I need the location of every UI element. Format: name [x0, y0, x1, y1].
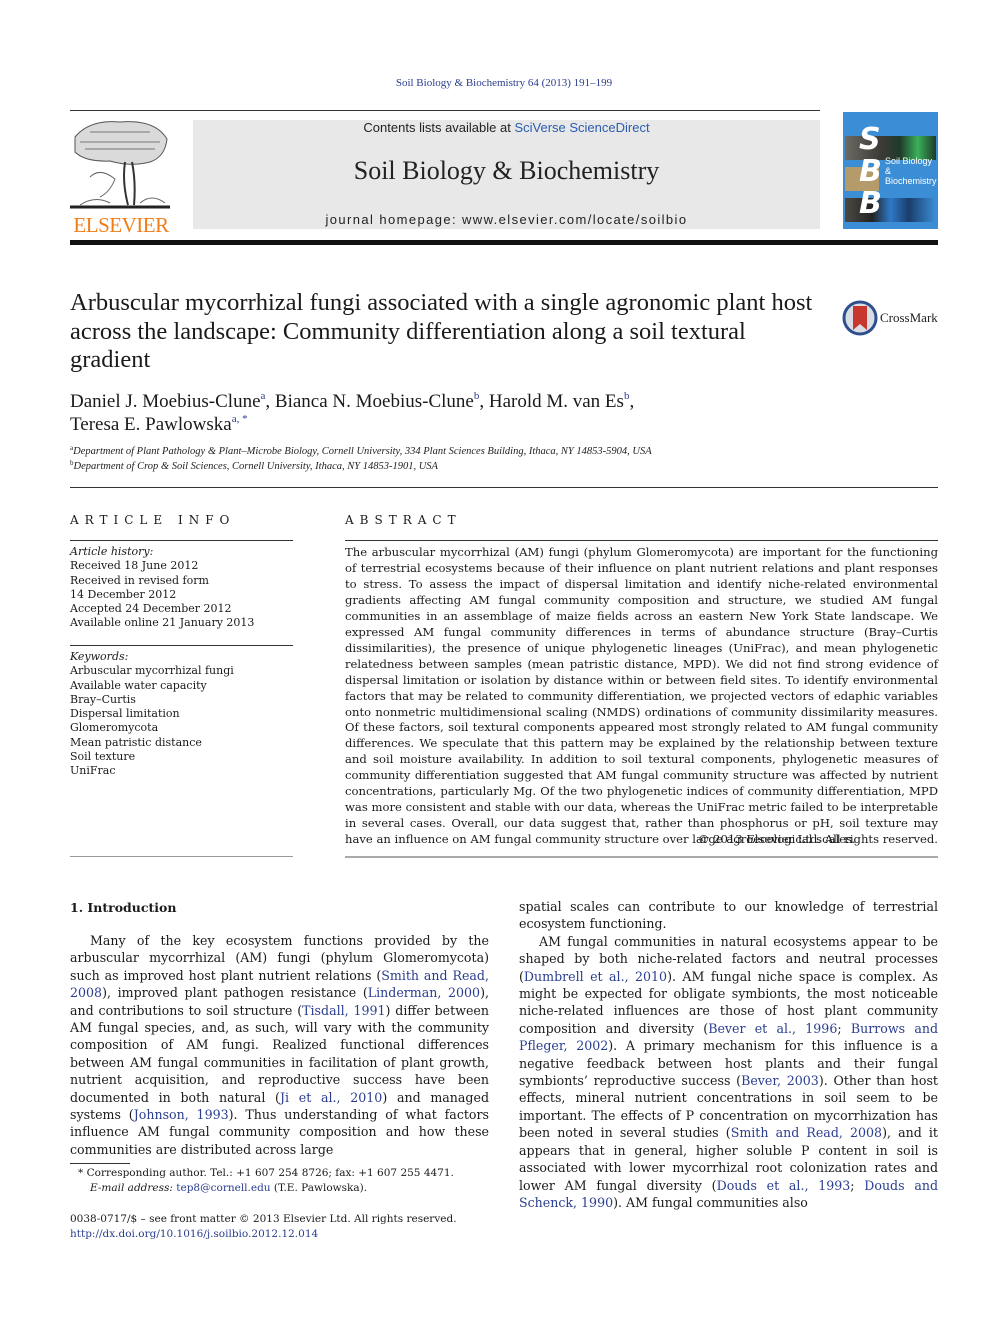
keyword: Glomeromycota — [70, 721, 159, 735]
footnote-divider — [70, 1163, 130, 1164]
introduction-heading: 1. Introduction — [70, 900, 177, 915]
front-matter-text: 0038-0717/$ – see front matter © 2013 El… — [70, 1213, 457, 1225]
history-item: Available online 21 January 2013 — [70, 616, 255, 630]
intro-paragraph: spatial scales can contribute to our kno… — [519, 899, 938, 932]
journal-homepage[interactable]: journal homepage: www.elsevier.com/locat… — [193, 212, 820, 227]
divider — [70, 540, 293, 541]
divider — [70, 645, 293, 646]
section-divider — [70, 487, 938, 488]
abstract-copyright: © 2013 Elsevier Ltd. All rights reserved… — [697, 832, 938, 846]
article-history: Article history: Received 18 June 2012 R… — [70, 545, 295, 631]
keyword: Mean patristic distance — [70, 735, 202, 749]
footnotes: * Corresponding author. Tel.: +1 607 254… — [70, 1166, 500, 1195]
contents-prefix: Contents lists available at — [363, 120, 515, 135]
citation-link[interactable]: Linderman, 2000 — [368, 985, 480, 1000]
cover-letter: S — [859, 122, 881, 157]
paragraph-text: ; — [850, 1177, 865, 1193]
intro-left-column: Many of the key ecosystem functions prov… — [70, 932, 489, 1158]
intro-right-column: spatial scales can contribute to our kno… — [519, 898, 938, 1211]
keywords: Keywords: Arbuscular mycorrhizal fungi A… — [70, 650, 295, 779]
journal-citation[interactable]: Soil Biology & Biochemistry 64 (2013) 19… — [0, 77, 992, 89]
author-name: Harold M. van Es — [488, 391, 624, 412]
header-thick-divider — [70, 240, 938, 245]
intro-paragraph: AM fungal communities in natural ecosyst… — [519, 933, 938, 1212]
citation-link[interactable]: Smith and Read, 2008 — [731, 1125, 882, 1140]
elsevier-logo[interactable]: ELSEVIER — [70, 117, 170, 237]
affiliation: aDepartment of Plant Pathology & Plant–M… — [70, 445, 870, 460]
crossmark-label: CrossMark — [880, 310, 938, 325]
sciencedirect-link[interactable]: SciVerse ScienceDirect — [514, 120, 649, 135]
author[interactable]: Harold M. van Esb — [488, 391, 630, 413]
doi-link[interactable]: http://dx.doi.org/10.1016/j.soilbio.2012… — [70, 1227, 500, 1242]
author-name: Daniel J. Moebius-Clune — [70, 391, 261, 412]
author-separator: , — [629, 391, 635, 412]
keyword: Bray–Curtis — [70, 692, 136, 706]
email-link[interactable]: tep8@cornell.edu — [176, 1182, 270, 1194]
affiliation: bDepartment of Crop & Soil Sciences, Cor… — [70, 459, 870, 475]
citation-link[interactable]: Johnson, 1993 — [134, 1107, 229, 1122]
author-name: Teresa E. Pawlowska — [70, 414, 232, 435]
history-item: 14 December 2012 — [70, 587, 177, 601]
citation-link[interactable]: Bever, 2003 — [741, 1073, 819, 1088]
abstract-heading: ABSTRACT — [345, 513, 462, 527]
header-divider — [70, 110, 820, 111]
cover-letter: B — [859, 186, 882, 221]
affiliations: aDepartment of Plant Pathology & Plant–M… — [70, 445, 870, 474]
journal-masthead: Contents lists available at SciVerse Sci… — [193, 120, 820, 229]
affiliation-marker[interactable]: a, * — [232, 413, 248, 425]
citation-link[interactable]: Douds et al., 1993 — [717, 1178, 851, 1193]
cover-title-line: Soil Biology & — [885, 156, 933, 176]
author-separator: , — [265, 391, 275, 412]
history-item: Accepted 24 December 2012 — [70, 602, 232, 616]
keyword: Soil texture — [70, 750, 136, 764]
keyword: Arbuscular mycorrhizal fungi — [70, 664, 234, 678]
intro-paragraph: Many of the key ecosystem functions prov… — [70, 932, 489, 1158]
keyword: UniFrac — [70, 764, 116, 778]
paragraph-text: ; — [837, 1020, 851, 1036]
author-name: Bianca N. Moebius-Clune — [274, 391, 474, 412]
cover-title-line: Biochemistry — [885, 176, 937, 186]
history-item: Received 18 June 2012 — [70, 559, 199, 573]
citation-link[interactable]: Tisdall, 1991 — [302, 1003, 385, 1018]
cover-title: Soil Biology & Biochemistry — [885, 156, 938, 186]
elsevier-wordmark: ELSEVIER — [73, 213, 169, 237]
history-label: Article history: — [70, 545, 154, 558]
article-title: Arbuscular mycorrhizal fungi associated … — [70, 289, 813, 373]
affiliation-text: Department of Crop & Soil Sciences, Corn… — [73, 460, 438, 472]
author-separator: , — [479, 391, 489, 412]
front-matter: 0038-0717/$ – see front matter © 2013 El… — [70, 1212, 500, 1241]
divider — [345, 856, 938, 858]
history-item: Received in revised form — [70, 573, 209, 587]
divider — [345, 540, 938, 541]
email-label: E-mail address: — [90, 1181, 173, 1194]
keyword: Available water capacity — [70, 678, 207, 692]
paragraph-text: ). AM fungal communities also — [613, 1194, 808, 1210]
crossmark-icon — [842, 300, 878, 336]
email-note: E-mail address: tep8@cornell.edu (T.E. P… — [70, 1181, 500, 1196]
keywords-label: Keywords: — [70, 650, 129, 663]
keyword: Dispersal limitation — [70, 707, 180, 721]
citation-link[interactable]: Dumbrell et al., 2010 — [524, 969, 667, 984]
journal-cover-image[interactable]: S B B Soil Biology & Biochemistry — [843, 112, 938, 229]
citation-link[interactable]: Bever et al., 1996 — [708, 1021, 837, 1036]
author-list: Daniel J. Moebius-Clunea, Bianca N. Moeb… — [70, 390, 830, 436]
citation-link[interactable]: Ji et al., 2010 — [280, 1090, 382, 1105]
contents-line: Contents lists available at SciVerse Sci… — [193, 120, 820, 135]
elsevier-tree-icon — [70, 121, 170, 209]
affiliation-text: Department of Plant Pathology & Plant–Mi… — [73, 446, 652, 457]
divider — [70, 856, 293, 857]
email-suffix: (T.E. Pawlowska). — [270, 1181, 368, 1194]
cover-letter: B — [859, 154, 882, 189]
crossmark-button[interactable]: CrossMark — [842, 298, 942, 338]
author[interactable]: Daniel J. Moebius-Clunea — [70, 391, 265, 413]
author[interactable]: Bianca N. Moebius-Cluneb — [274, 391, 479, 413]
paragraph-text: ), improved plant pathogen resistance ( — [102, 985, 368, 1001]
author[interactable]: Teresa E. Pawlowskaa, * — [70, 413, 248, 436]
abstract-text: The arbuscular mycorrhizal (AM) fungi (p… — [345, 545, 938, 847]
journal-title: Soil Biology & Biochemistry — [353, 156, 660, 185]
corresponding-author-note: * Corresponding author. Tel.: +1 607 254… — [78, 1167, 454, 1179]
article-info-heading: ARTICLE INFO — [70, 513, 236, 527]
